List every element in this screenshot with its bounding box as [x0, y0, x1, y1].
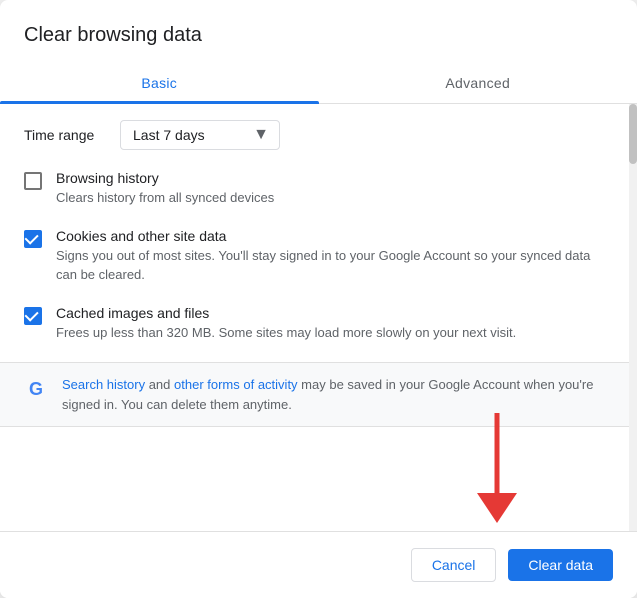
browsing-history-label: Browsing history — [56, 170, 613, 186]
browsing-history-row: Browsing history Clears history from all… — [24, 170, 613, 208]
browsing-history-checkbox[interactable] — [24, 172, 42, 190]
dialog-footer: Cancel Clear data — [0, 531, 637, 598]
cached-content: Cached images and files Frees up less th… — [56, 305, 613, 343]
dialog-title: Clear browsing data — [0, 0, 637, 47]
tab-basic[interactable]: Basic — [0, 63, 319, 103]
scrollbar-thumb[interactable] — [629, 104, 637, 164]
other-activity-link[interactable]: other forms of activity — [174, 377, 298, 392]
cached-desc: Frees up less than 320 MB. Some sites ma… — [56, 323, 613, 343]
dropdown-arrow-icon: ▼ — [253, 126, 269, 144]
info-row: G Search history and other forms of acti… — [0, 362, 637, 427]
google-g-icon: G — [24, 377, 48, 401]
cookies-row: Cookies and other site data Signs you ou… — [24, 228, 613, 285]
cookies-content: Cookies and other site data Signs you ou… — [56, 228, 613, 285]
dialog-body: Time range Last 7 days ▼ Browsing histor… — [0, 104, 637, 531]
time-range-select[interactable]: Last 7 days ▼ — [120, 120, 280, 150]
time-range-row: Time range Last 7 days ▼ — [24, 120, 613, 150]
browsing-history-content: Browsing history Clears history from all… — [56, 170, 613, 208]
time-range-value: Last 7 days — [133, 127, 205, 143]
cached-label: Cached images and files — [56, 305, 613, 321]
clear-browsing-data-dialog: Clear browsing data Basic Advanced Time … — [0, 0, 637, 598]
clear-data-button[interactable]: Clear data — [508, 549, 613, 581]
search-history-link[interactable]: Search history — [62, 377, 145, 392]
cached-row: Cached images and files Frees up less th… — [24, 305, 613, 343]
browsing-history-desc: Clears history from all synced devices — [56, 188, 613, 208]
info-text-mid: and — [145, 377, 174, 392]
cancel-button[interactable]: Cancel — [411, 548, 497, 582]
cookies-label: Cookies and other site data — [56, 228, 613, 244]
cookies-desc: Signs you out of most sites. You'll stay… — [56, 246, 613, 285]
scrollbar-track[interactable] — [629, 104, 637, 531]
time-range-label: Time range — [24, 127, 104, 143]
info-text: Search history and other forms of activi… — [62, 375, 613, 414]
tab-bar: Basic Advanced — [0, 63, 637, 104]
tab-advanced[interactable]: Advanced — [319, 63, 637, 103]
cookies-checkbox[interactable] — [24, 230, 42, 248]
cached-checkbox[interactable] — [24, 307, 42, 325]
